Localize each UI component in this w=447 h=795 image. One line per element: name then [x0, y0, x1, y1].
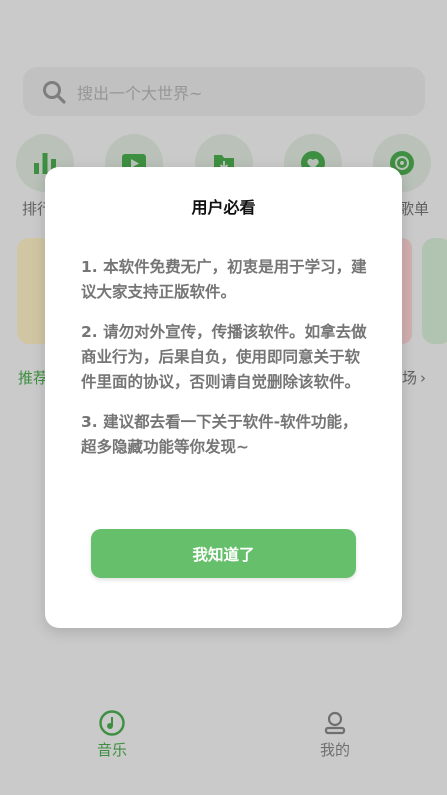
dialog-title: 用户必看: [191, 198, 256, 217]
dialog-body: 1. 本软件免费无广，初衷是用于学习，建议大家支持正版软件。 2. 请勿对外宣传…: [81, 255, 369, 475]
dialog-paragraph: 2. 请勿对外宣传，传播该软件。如拿去做商业行为，后果自负，使用即同意关于软件里…: [81, 323, 367, 391]
notice-dialog: 用户必看 1. 本软件免费无广，初衷是用于学习，建议大家支持正版软件。 2. 请…: [45, 167, 402, 628]
dialog-paragraph: 1. 本软件免费无广，初衷是用于学习，建议大家支持正版软件。: [81, 258, 367, 301]
confirm-button[interactable]: 我知道了: [91, 529, 356, 578]
dialog-paragraph: 3. 建议都去看一下关于软件-软件功能，超多隐藏功能等你发现~: [81, 413, 358, 456]
